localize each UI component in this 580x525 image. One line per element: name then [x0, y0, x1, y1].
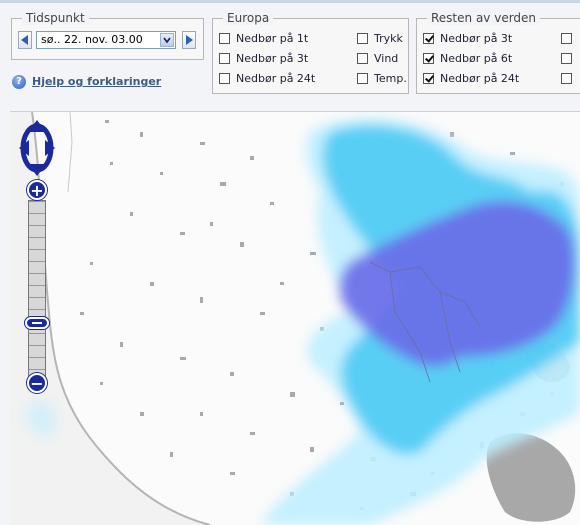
- tidspunkt-legend: Tidspunkt: [22, 11, 89, 25]
- checkbox[interactable]: [219, 53, 230, 64]
- europa-group: Europa Nedbør på 1t Nedbør på 3t Nedbør …: [212, 11, 409, 94]
- checkbox-checked[interactable]: [423, 53, 434, 64]
- checkbox[interactable]: [219, 73, 230, 84]
- arrow-right-icon: [186, 35, 193, 45]
- tidspunkt-group: Tidspunkt sø.. 22. nov. 03.00: [11, 11, 204, 60]
- checkbox[interactable]: [561, 33, 572, 44]
- top-strip: [0, 0, 580, 3]
- zoom-slider-handle[interactable]: [25, 317, 49, 329]
- help-link-text[interactable]: Hjelp og forklaringer: [32, 75, 161, 88]
- zoom-rail[interactable]: [28, 200, 46, 378]
- prev-time-button[interactable]: [18, 31, 32, 49]
- arrow-left-icon: [21, 35, 28, 45]
- checkbox[interactable]: [561, 53, 572, 64]
- help-icon: ?: [12, 75, 26, 89]
- pan-control-icon[interactable]: [19, 120, 55, 176]
- checkbox[interactable]: [357, 73, 368, 84]
- time-select-value: sø.. 22. nov. 03.00: [41, 33, 143, 46]
- time-select[interactable]: sø.. 22. nov. 03.00: [36, 31, 176, 49]
- chevron-down-icon[interactable]: [160, 33, 174, 47]
- checkbox[interactable]: [219, 33, 230, 44]
- next-time-button[interactable]: [182, 31, 196, 49]
- checkbox-checked[interactable]: [423, 33, 434, 44]
- checkbox[interactable]: [561, 73, 572, 84]
- checkbox[interactable]: [357, 33, 368, 44]
- weather-map[interactable]: + −: [10, 111, 580, 525]
- resten-legend: Resten av verden: [427, 11, 541, 25]
- checkbox-checked[interactable]: [423, 73, 434, 84]
- resten-group: Resten av verden Nedbør på 3t Nedbør på …: [416, 11, 580, 94]
- map-canvas: [10, 112, 580, 525]
- checkbox[interactable]: [357, 53, 368, 64]
- zoom-out-icon[interactable]: −: [27, 373, 47, 393]
- zoom-in-icon[interactable]: +: [27, 180, 47, 200]
- europa-legend: Europa: [223, 11, 274, 25]
